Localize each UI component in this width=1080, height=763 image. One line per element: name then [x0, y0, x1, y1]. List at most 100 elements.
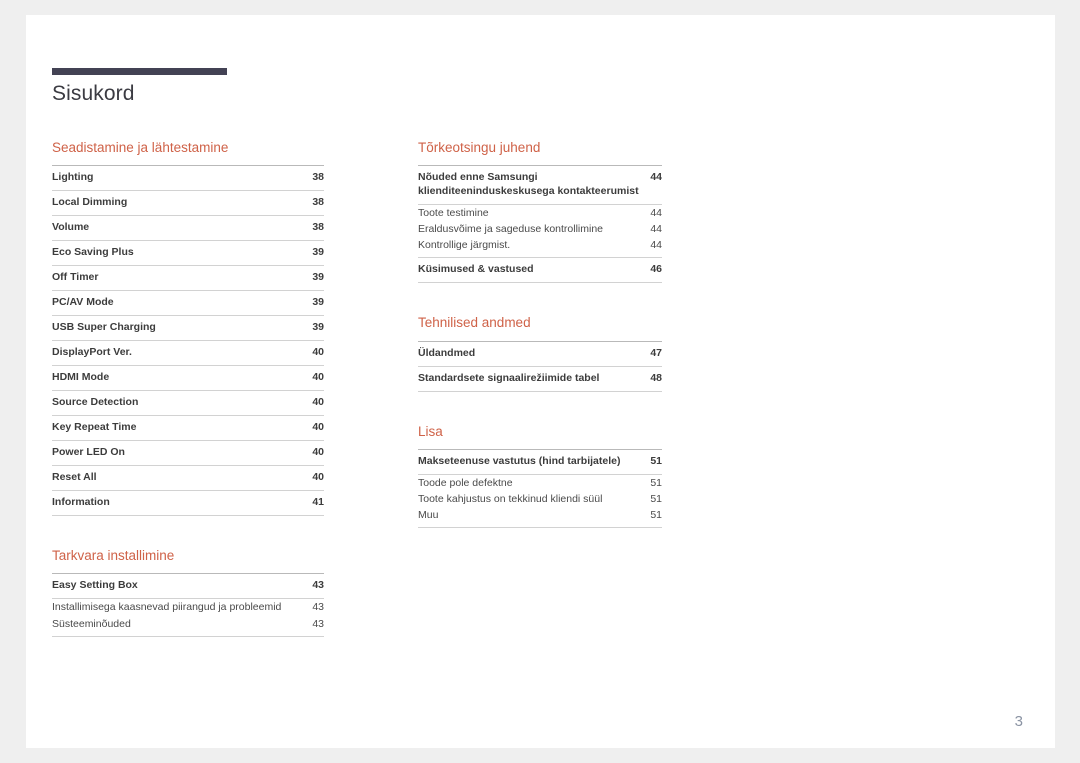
toc-section-heading: Tehnilised andmed	[418, 315, 531, 331]
toc-entry-page-number: 40	[312, 371, 324, 384]
toc-entry-label: USB Super Charging	[52, 321, 156, 334]
toc-section: Tarkvara installimine Easy Setting Box 43 I…	[52, 548, 324, 637]
toc-entry[interactable]: PC/AV Mode 39	[52, 291, 324, 317]
toc-entry-page-number: 47	[650, 346, 662, 359]
toc-entry-page-number: 41	[312, 496, 324, 509]
toc-entry-page-number: 39	[312, 271, 324, 284]
toc-entry-label: DisplayPort Ver.	[52, 346, 132, 359]
toc-entry-label: Makseteenuse vastutus (hind tarbijatele)	[418, 454, 621, 467]
toc-entry-label: Source Detection	[52, 396, 139, 409]
toc-entry-list: Makseteenuse vastutus (hind tarbijatele)…	[418, 448, 662, 529]
toc-entry-label: Standardsete signaalirežiimide tabel	[418, 371, 600, 384]
toc-entry-label: Key Repeat Time	[52, 421, 137, 434]
toc-entry-label: Kontrollige järgmist.	[418, 239, 511, 252]
toc-entry[interactable]: HDMI Mode 40	[52, 366, 324, 392]
toc-entry-label: Muu	[418, 509, 439, 522]
toc-section-heading: Lisa	[418, 423, 443, 439]
toc-entry[interactable]: Toote testimine 44	[418, 205, 662, 221]
toc-entry-page-number: 51	[650, 476, 662, 489]
toc-entry-label: Küsimused & vastused	[418, 263, 534, 276]
toc-entry[interactable]: Üldandmed 47	[418, 342, 662, 367]
toc-entry[interactable]: Information 41	[52, 491, 324, 517]
toc-entry[interactable]: Volume 38	[52, 216, 324, 242]
toc-entry-label: HDMI Mode	[52, 371, 110, 384]
toc-entry[interactable]: Toode pole defektne 51	[418, 475, 662, 491]
toc-entry-page-number: 43	[312, 579, 324, 592]
toc-entry-label: Nõuded enne Samsungi klienditeeninduskes…	[418, 171, 639, 198]
toc-entry-page-number: 51	[650, 454, 662, 467]
toc-entry-page-number: 44	[650, 239, 662, 252]
toc-entry-page-number: 44	[650, 206, 662, 219]
toc-entry-list: Üldandmed 47 Standardsete signaalirežiimid…	[418, 340, 662, 392]
toc-entry[interactable]: Süsteeminõuded 43	[52, 616, 324, 637]
toc-entry[interactable]: Off Timer 39	[52, 266, 324, 292]
toc-entry[interactable]: Eco Saving Plus 39	[52, 241, 324, 267]
toc-entry-page-number: 48	[650, 371, 662, 384]
toc-entry-list: Lighting 38 Local Dimming 38 Volume 38 Eco Sav…	[52, 165, 324, 517]
toc-column-left: Seadistamine ja lähtestamine Lighting 38 Lo…	[52, 140, 324, 637]
toc-entry-page-number: 44	[650, 171, 662, 184]
toc-section: Lisa Makseteenuse vastutus (hind tarbijat…	[418, 424, 662, 529]
toc-entry[interactable]: Toote kahjustus on tekkinud kliendi süül…	[418, 491, 662, 507]
toc-entry[interactable]: Küsimused & vastused 46	[418, 258, 662, 284]
toc-section: Tehnilised andmed Üldandmed 47 Standardsete…	[418, 315, 662, 392]
toc-entry-page-number: 43	[312, 601, 324, 614]
toc-entry-label: Reset All	[52, 471, 97, 484]
toc-entry-label: Installimisega kaasnevad piirangud ja pr…	[52, 601, 282, 614]
toc-section: Tõrkeotsingu juhend Nõuded enne Samsungi …	[418, 140, 662, 284]
toc-entry-page-number: 40	[312, 471, 324, 484]
page-title: Sisukord	[52, 82, 135, 105]
toc-entry-page-number: 39	[312, 321, 324, 334]
toc-entry-label: Volume	[52, 221, 90, 234]
toc-entry-label: Toote testimine	[418, 206, 489, 219]
toc-entry-label: Local Dimming	[52, 196, 128, 209]
toc-entry-list: Easy Setting Box 43 Installimisega kaasnev…	[52, 573, 324, 637]
toc-entry[interactable]: Key Repeat Time 40	[52, 416, 324, 442]
toc-entry-page-number: 40	[312, 421, 324, 434]
toc-section-heading: Tarkvara installimine	[52, 548, 175, 564]
document-page: Sisukord Seadistamine ja lähtestamine Lig…	[26, 15, 1055, 748]
toc-entry[interactable]: Eraldusvõime ja sageduse kontrollimine 44	[418, 221, 662, 237]
toc-entry[interactable]: Power LED On 40	[52, 441, 324, 467]
toc-entry-label: Easy Setting Box	[52, 579, 138, 592]
toc-entry[interactable]: Nõuded enne Samsungi klienditeeninduskes…	[418, 166, 662, 205]
toc-entry[interactable]: Installimisega kaasnevad piirangud ja pr…	[52, 599, 324, 615]
toc-entry-page-number: 51	[650, 492, 662, 505]
toc-entry[interactable]: Local Dimming 38	[52, 191, 324, 217]
toc-entry[interactable]: Muu 51	[418, 507, 662, 529]
toc-entry-label: PC/AV Mode	[52, 296, 114, 309]
toc-entry[interactable]: Makseteenuse vastutus (hind tarbijatele)…	[418, 450, 662, 475]
toc-column-right: Tõrkeotsingu juhend Nõuded enne Samsungi …	[418, 140, 662, 529]
toc-entry[interactable]: Standardsete signaalirežiimide tabel 48	[418, 367, 662, 392]
toc-entry-page-number: 38	[312, 196, 324, 209]
toc-entry[interactable]: Easy Setting Box 43	[52, 574, 324, 600]
toc-entry[interactable]: Source Detection 40	[52, 391, 324, 417]
toc-entry-page-number: 40	[312, 346, 324, 359]
toc-entry[interactable]: Reset All 40	[52, 466, 324, 492]
toc-entry[interactable]: Lighting 38	[52, 166, 324, 192]
toc-entry[interactable]: DisplayPort Ver. 40	[52, 341, 324, 367]
toc-entry-page-number: 44	[650, 223, 662, 236]
toc-section-heading: Seadistamine ja lähtestamine	[52, 140, 229, 155]
toc-section: Seadistamine ja lähtestamine Lighting 38 Lo…	[52, 140, 324, 517]
toc-entry-label: Toode pole defektne	[418, 476, 513, 489]
toc-entry-page-number: 46	[650, 263, 662, 276]
toc-entry-label: Eraldusvõime ja sageduse kontrollimine	[418, 223, 604, 236]
toc-entry-label: Off Timer	[52, 271, 99, 284]
toc-entry-page-number: 43	[312, 617, 324, 630]
toc-entry-page-number: 38	[312, 221, 324, 234]
toc-entry-list: Nõuded enne Samsungi klienditeeninduskes…	[418, 165, 662, 284]
toc-entry-label: Süsteeminõuded	[52, 617, 131, 630]
toc-entry-page-number: 39	[312, 296, 324, 309]
page-number: 3	[1014, 713, 1023, 730]
toc-entry-page-number: 38	[312, 171, 324, 184]
toc-entry-label: Information	[52, 496, 110, 509]
toc-entry-label: Eco Saving Plus	[52, 246, 134, 259]
toc-entry-label: Üldandmed	[418, 346, 476, 359]
toc-entry-label: Toote kahjustus on tekkinud kliendi süül	[418, 492, 603, 505]
toc-entry[interactable]: USB Super Charging 39	[52, 316, 324, 342]
toc-entry[interactable]: Kontrollige järgmist. 44	[418, 237, 662, 259]
